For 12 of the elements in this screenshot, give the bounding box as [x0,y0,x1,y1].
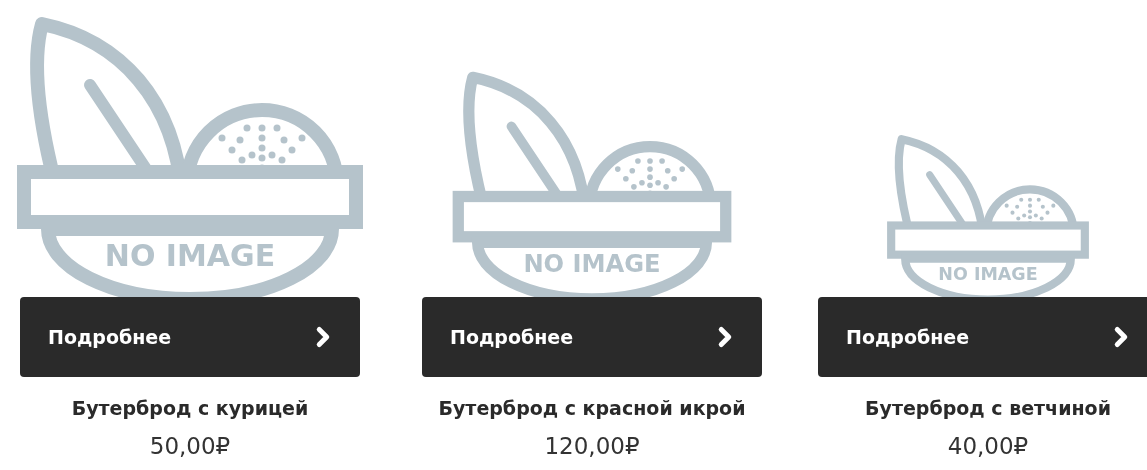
details-button[interactable]: Подробнее [20,297,360,377]
no-image-label: NO IMAGE [523,250,661,279]
product-title: Бутерброд с ветчиной [865,397,1111,419]
product-title: Бутерброд с курицей [71,397,309,419]
no-image-label: NO IMAGE [104,238,276,273]
no-image-label: NO IMAGE [938,264,1038,285]
product-price: 120,00₽ [544,433,640,459]
product-price: 50,00₽ [149,433,231,459]
product-title: Бутерброд с красной икрой [438,397,746,419]
details-button[interactable]: Подробнее [818,297,1147,377]
product-price: 40,00₽ [947,433,1029,459]
details-button[interactable]: Подробнее [422,297,762,377]
